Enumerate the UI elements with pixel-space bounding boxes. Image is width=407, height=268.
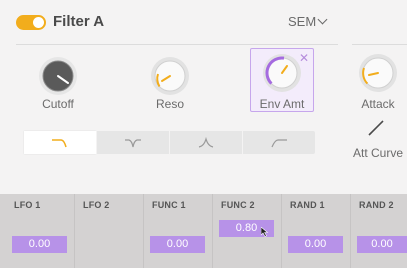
mod-slot-rand2[interactable]: RAND 2 (350, 194, 407, 268)
mod-source-label: RAND 1 (290, 200, 325, 210)
attack-knob[interactable] (358, 53, 398, 98)
att-curve-label: Att Curve (352, 146, 403, 160)
env-amt-knob[interactable] (262, 53, 302, 98)
mod-source-label: FUNC 2 (221, 200, 255, 210)
header-divider (16, 44, 338, 45)
mod-amount-value[interactable]: 0.00 (288, 236, 343, 253)
mod-source-label: FUNC 1 (152, 200, 186, 210)
highpass-icon (271, 138, 287, 147)
mod-slot-lfo1[interactable]: LFO 1 (0, 194, 74, 268)
notch-icon (125, 138, 141, 147)
filter-enable-toggle[interactable] (16, 15, 46, 30)
chevron-down-icon (317, 14, 328, 25)
curve-line-icon (368, 120, 384, 136)
toggle-knob (33, 17, 44, 28)
lowpass-icon (52, 138, 67, 147)
env-amt-label: Env Amt (259, 97, 305, 111)
filter-title: Filter A (53, 13, 105, 30)
attack-curve-control[interactable] (366, 118, 386, 143)
reso-knob[interactable] (150, 56, 190, 101)
mod-source-label: RAND 2 (359, 200, 394, 210)
filter-mode-label: SEM (288, 14, 317, 29)
mouse-cursor-icon (260, 224, 269, 242)
mod-slot-rand1[interactable]: RAND 1 (281, 194, 350, 268)
lowpass-button[interactable] (24, 131, 96, 154)
mod-slot-lfo2[interactable]: LFO 2 (74, 194, 143, 268)
bandpass-button[interactable] (169, 131, 242, 154)
filter-mode-dropdown[interactable]: SEM (288, 14, 328, 29)
bandpass-icon (198, 136, 214, 148)
mod-amount-value[interactable]: 0.00 (12, 236, 67, 253)
cutoff-label: Cutoff (42, 97, 74, 111)
notch-button[interactable] (96, 131, 169, 154)
mod-source-label: LFO 1 (14, 200, 41, 210)
mod-source-label: LFO 2 (83, 200, 110, 210)
mod-slot-func1[interactable]: FUNC 1 (143, 194, 212, 268)
reso-label: Reso (155, 97, 184, 111)
mod-amount-value[interactable]: 0.00 (150, 236, 205, 253)
highpass-button[interactable] (242, 131, 315, 154)
mod-amount-value[interactable]: 0.00 (357, 236, 407, 253)
filter-type-selector (24, 131, 315, 154)
attack-label: Attack (361, 97, 395, 111)
cutoff-knob[interactable] (38, 56, 78, 101)
header-divider-right (352, 44, 407, 45)
